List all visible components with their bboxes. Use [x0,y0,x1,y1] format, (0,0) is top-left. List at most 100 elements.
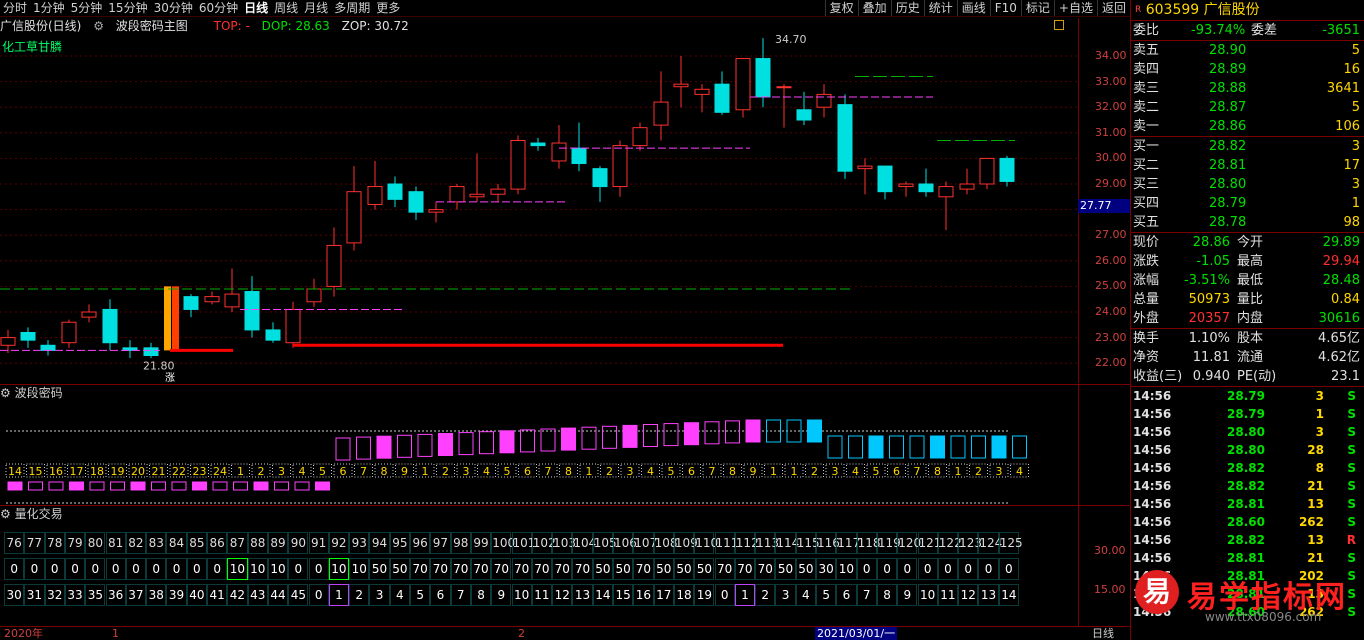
quant-cell: 1 [328,584,350,606]
period-tab[interactable]: 多周期 [331,0,373,16]
tool-button[interactable]: 历史 [890,0,924,16]
tick-field: S [1347,425,1356,439]
gear-icon[interactable]: ⚙ [0,507,15,521]
level-volume: 17 [1343,158,1360,173]
period-tab[interactable]: 15分钟 [105,0,150,16]
quant-cell: 91 [308,532,329,554]
quant-cell: 0 [958,558,979,580]
quant-cell: 98 [450,532,471,554]
quant-cell: 10 [349,558,370,580]
tool-button[interactable]: 返回 [1096,0,1130,16]
bid-level[interactable]: 买四 28.79 1 [1131,194,1364,213]
tool-button[interactable]: 复权 [824,0,858,16]
period-tab[interactable]: 日线 [241,0,271,16]
quant-cell: 94 [369,532,390,554]
quant-cell: 125 [998,532,1023,554]
bid-level[interactable]: 买五 28.78 98 [1131,213,1364,232]
ask-level[interactable]: 卖三 28.88 3641 [1131,79,1364,98]
bid-level[interactable]: 买二 28.81 17 [1131,156,1364,175]
period-tab[interactable]: 周线 [271,0,301,16]
tick-field: 14:56 [1133,443,1172,457]
ind1-seq-label: 5 [319,465,326,478]
price-tick: 27.00 [1095,228,1127,242]
tick-field: S [1347,497,1356,511]
tick-field: 28.81 [1227,551,1265,565]
quant-cell: 10 [227,558,248,580]
ind1-seq-label: 23 [193,465,207,478]
quant-cell: 101 [511,532,535,554]
candle-body [285,308,301,344]
weicha-value: -3651 [1322,23,1360,38]
candle-body [857,165,873,170]
bid-level[interactable]: 买一 28.82 3 [1131,137,1364,156]
ind1-seq-label: 7 [709,465,716,478]
indicator-name[interactable]: 波段密码主图 [116,19,188,33]
tick-field: S [1347,551,1356,565]
gear-icon[interactable]: ⚙ [93,19,104,33]
candle-body [408,191,424,213]
quant-cell: 116 [816,532,840,554]
bid-level[interactable]: 买三 28.80 3 [1131,175,1364,194]
ask-level[interactable]: 卖二 28.87 5 [1131,98,1364,117]
quant-cell: 90 [288,532,309,554]
ind1-band-bar [130,481,146,491]
candle-body [306,288,322,303]
indicator2-name[interactable]: 量化交易 [15,507,63,521]
candle-body [755,58,771,98]
stock-header: R 603599 广信股份 [1131,0,1364,20]
period-tab[interactable]: 更多 [373,0,403,16]
quant-cell: 12 [958,584,979,606]
ind1-seq-label: 21 [152,465,166,478]
ask-level[interactable]: 卖五 28.90 5 [1131,41,1364,60]
ask-book: 卖五 28.90 5 卖四 28.89 16 卖三 28.88 3641 卖二 28.87 5 卖一 28… [1131,41,1364,136]
band-indicator-chart[interactable]: 14 15 16 17 18 19 20 21 22 23 24 1 2 3 4 5 6 7 8 9 1 2 3 4 5 6 7 8 1… [0,400,1078,505]
ind1-seq-label: 1 [422,465,429,478]
quant-cell: 121 [917,532,941,554]
tick-field: 13 [1307,533,1324,547]
month-1: 1 [112,627,119,640]
period-tab[interactable]: 1分钟 [30,0,68,16]
quant-cell: 3 [775,584,796,606]
candlestick-chart[interactable]: 34.70 21.80涨 [0,34,1078,384]
quant-cell: 41 [207,584,228,606]
ind1-seq-label: 1 [237,465,244,478]
period-tab[interactable]: 5分钟 [68,0,106,16]
month-2: 2 [518,627,525,640]
ind1-seq-label: 2 [811,465,818,478]
price-tick: 30.00 [1095,151,1127,165]
quote-field: 20357 [1188,311,1230,326]
price-tick: 25.00 [1095,279,1127,293]
tool-button[interactable]: 叠加 [857,0,891,16]
period-tab[interactable]: 月线 [301,0,331,16]
period-tab[interactable]: 30分钟 [151,0,196,16]
ask-level[interactable]: 卖一 28.86 106 [1131,117,1364,136]
tick-field: 14:56 [1133,515,1172,529]
tool-button[interactable]: 统计 [923,0,957,16]
period-tab[interactable]: 分时 [0,0,30,16]
ask-level[interactable]: 卖四 28.89 16 [1131,60,1364,79]
period-tab[interactable]: 60分钟 [196,0,241,16]
quant-cell: 84 [166,532,187,554]
tool-button[interactable]: +自选 [1053,0,1097,16]
candle-body [673,83,689,88]
quant-cell: 12 [552,584,573,606]
quant-cell: 110 [694,532,718,554]
ind1-seq-label: 8 [381,465,388,478]
quant-cell: 42 [227,584,248,606]
tick-field: 28.82 [1227,479,1265,493]
tick-row: 14:56 28.80 3 S [1131,423,1364,441]
quant-cell: 0 [207,558,228,580]
quant-cell: 30 [816,558,837,580]
gear-icon[interactable]: ⚙ [0,386,15,400]
panel-menu-icon[interactable] [1054,20,1064,30]
stock-period-title[interactable]: 广信股份(日线) [0,19,81,33]
fund-field: 23.1 [1331,369,1360,384]
tick-field: 14:56 [1133,461,1172,475]
tool-button[interactable]: 画线 [956,0,990,16]
tool-button[interactable]: F10 [989,0,1021,16]
price-tick: 26.00 [1095,253,1127,267]
tool-button[interactable]: 标记 [1020,0,1054,16]
tick-field: 21 [1307,479,1324,493]
quote-field: -1.05 [1196,254,1230,269]
indicator1-name[interactable]: 波段密码 [15,386,63,400]
